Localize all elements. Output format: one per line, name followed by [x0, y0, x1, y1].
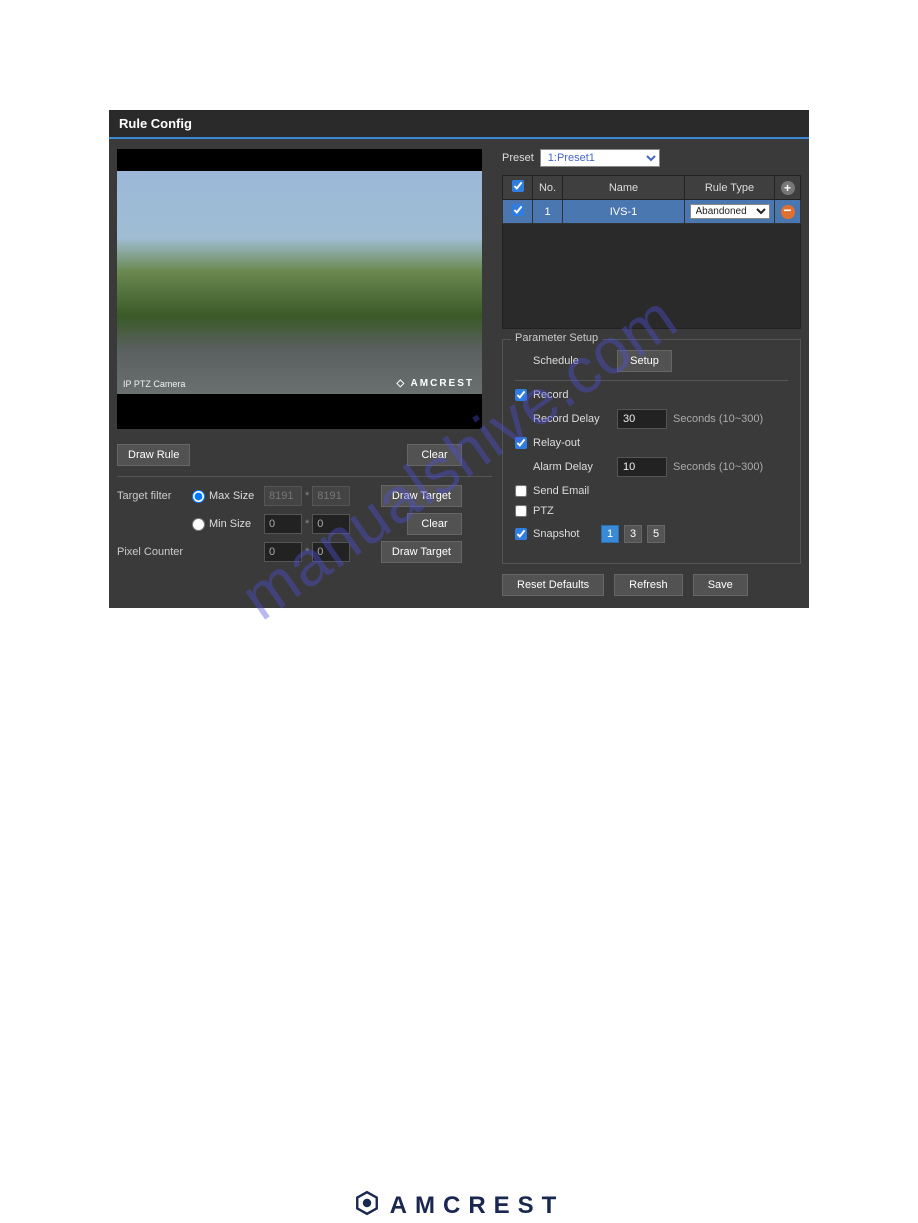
table-row[interactable]: 1 IVS-1 Abandoned −	[503, 200, 801, 224]
brand-overlay: ◇ AMCREST	[396, 378, 474, 389]
relay-out-checkbox[interactable]	[515, 437, 527, 449]
rules-table: No. Name Rule Type + 1 IVS-1 Abandoned	[502, 175, 801, 224]
max-size-radio-wrap[interactable]: Max Size	[192, 490, 264, 503]
draw-target-max-button[interactable]: Draw Target	[381, 485, 462, 507]
row-no: 1	[533, 200, 563, 224]
snapshot-checkbox[interactable]	[515, 528, 527, 540]
row-name: IVS-1	[563, 200, 685, 224]
record-checkbox[interactable]	[515, 389, 527, 401]
col-no: No.	[533, 176, 563, 200]
schedule-label: Schedule	[533, 355, 611, 367]
refresh-button[interactable]: Refresh	[614, 574, 683, 596]
max-size-radio[interactable]	[192, 490, 205, 503]
pixel-w-input[interactable]	[264, 542, 302, 562]
snapshot-1-button[interactable]: 1	[601, 525, 619, 543]
schedule-setup-button[interactable]: Setup	[617, 350, 672, 372]
ptz-label: PTZ	[533, 505, 554, 517]
rules-empty-area	[502, 224, 801, 329]
camera-label: IP PTZ Camera	[123, 379, 185, 389]
video-frame	[117, 171, 482, 394]
record-delay-label: Record Delay	[533, 413, 611, 425]
hex-logo-icon	[354, 1190, 380, 1223]
select-all-checkbox[interactable]	[512, 180, 524, 192]
delete-rule-icon[interactable]: −	[781, 205, 795, 219]
rule-type-select[interactable]: Abandoned	[690, 204, 770, 219]
ptz-checkbox[interactable]	[515, 505, 527, 517]
min-size-radio-wrap[interactable]: Min Size	[192, 518, 264, 531]
reset-defaults-button[interactable]: Reset Defaults	[502, 574, 604, 596]
alarm-delay-input[interactable]	[617, 457, 667, 477]
footer-brand: AMCREST	[0, 1190, 918, 1223]
alarm-delay-hint: Seconds (10~300)	[673, 461, 763, 473]
col-name: Name	[563, 176, 685, 200]
clear-target-button[interactable]: Clear	[407, 513, 462, 535]
multiply-icon: *	[305, 546, 309, 558]
multiply-icon: *	[305, 518, 309, 530]
send-email-checkbox[interactable]	[515, 485, 527, 497]
snapshot-label: Snapshot	[533, 528, 595, 540]
add-rule-icon[interactable]: +	[781, 181, 795, 195]
parameter-setup-group: Parameter Setup Schedule Setup Record Re…	[502, 339, 801, 564]
target-filter-label: Target filter	[117, 490, 192, 502]
preset-label: Preset	[502, 152, 534, 164]
parameter-setup-legend: Parameter Setup	[511, 332, 602, 344]
max-size-label: Max Size	[209, 490, 254, 502]
pixel-h-input[interactable]	[312, 542, 350, 562]
row-checkbox[interactable]	[512, 204, 524, 216]
pixel-counter-label: Pixel Counter	[117, 546, 192, 558]
snapshot-3-button[interactable]: 3	[624, 525, 642, 543]
send-email-label: Send Email	[533, 485, 589, 497]
min-h-input[interactable]	[312, 514, 350, 534]
video-preview[interactable]: IP PTZ Camera ◇ AMCREST	[117, 149, 482, 429]
draw-rule-button[interactable]: Draw Rule	[117, 444, 190, 466]
min-size-label: Min Size	[209, 518, 251, 530]
record-delay-input[interactable]	[617, 409, 667, 429]
min-w-input[interactable]	[264, 514, 302, 534]
draw-target-pixel-button[interactable]: Draw Target	[381, 541, 462, 563]
panel-title: Rule Config	[109, 110, 809, 139]
alarm-delay-label: Alarm Delay	[533, 461, 611, 473]
multiply-icon: *	[305, 490, 309, 502]
min-size-radio[interactable]	[192, 518, 205, 531]
snapshot-5-button[interactable]: 5	[647, 525, 665, 543]
max-h-input[interactable]	[312, 486, 350, 506]
record-delay-hint: Seconds (10~300)	[673, 413, 763, 425]
relay-out-label: Relay-out	[533, 437, 580, 449]
save-button[interactable]: Save	[693, 574, 748, 596]
preset-select[interactable]: 1:Preset1	[540, 149, 660, 167]
rule-config-panel: Rule Config IP PTZ Camera ◇ AMCREST Draw…	[109, 110, 809, 608]
clear-rule-button[interactable]: Clear	[407, 444, 462, 466]
max-w-input[interactable]	[264, 486, 302, 506]
col-type: Rule Type	[685, 176, 775, 200]
divider	[515, 380, 788, 381]
record-label: Record	[533, 389, 568, 401]
